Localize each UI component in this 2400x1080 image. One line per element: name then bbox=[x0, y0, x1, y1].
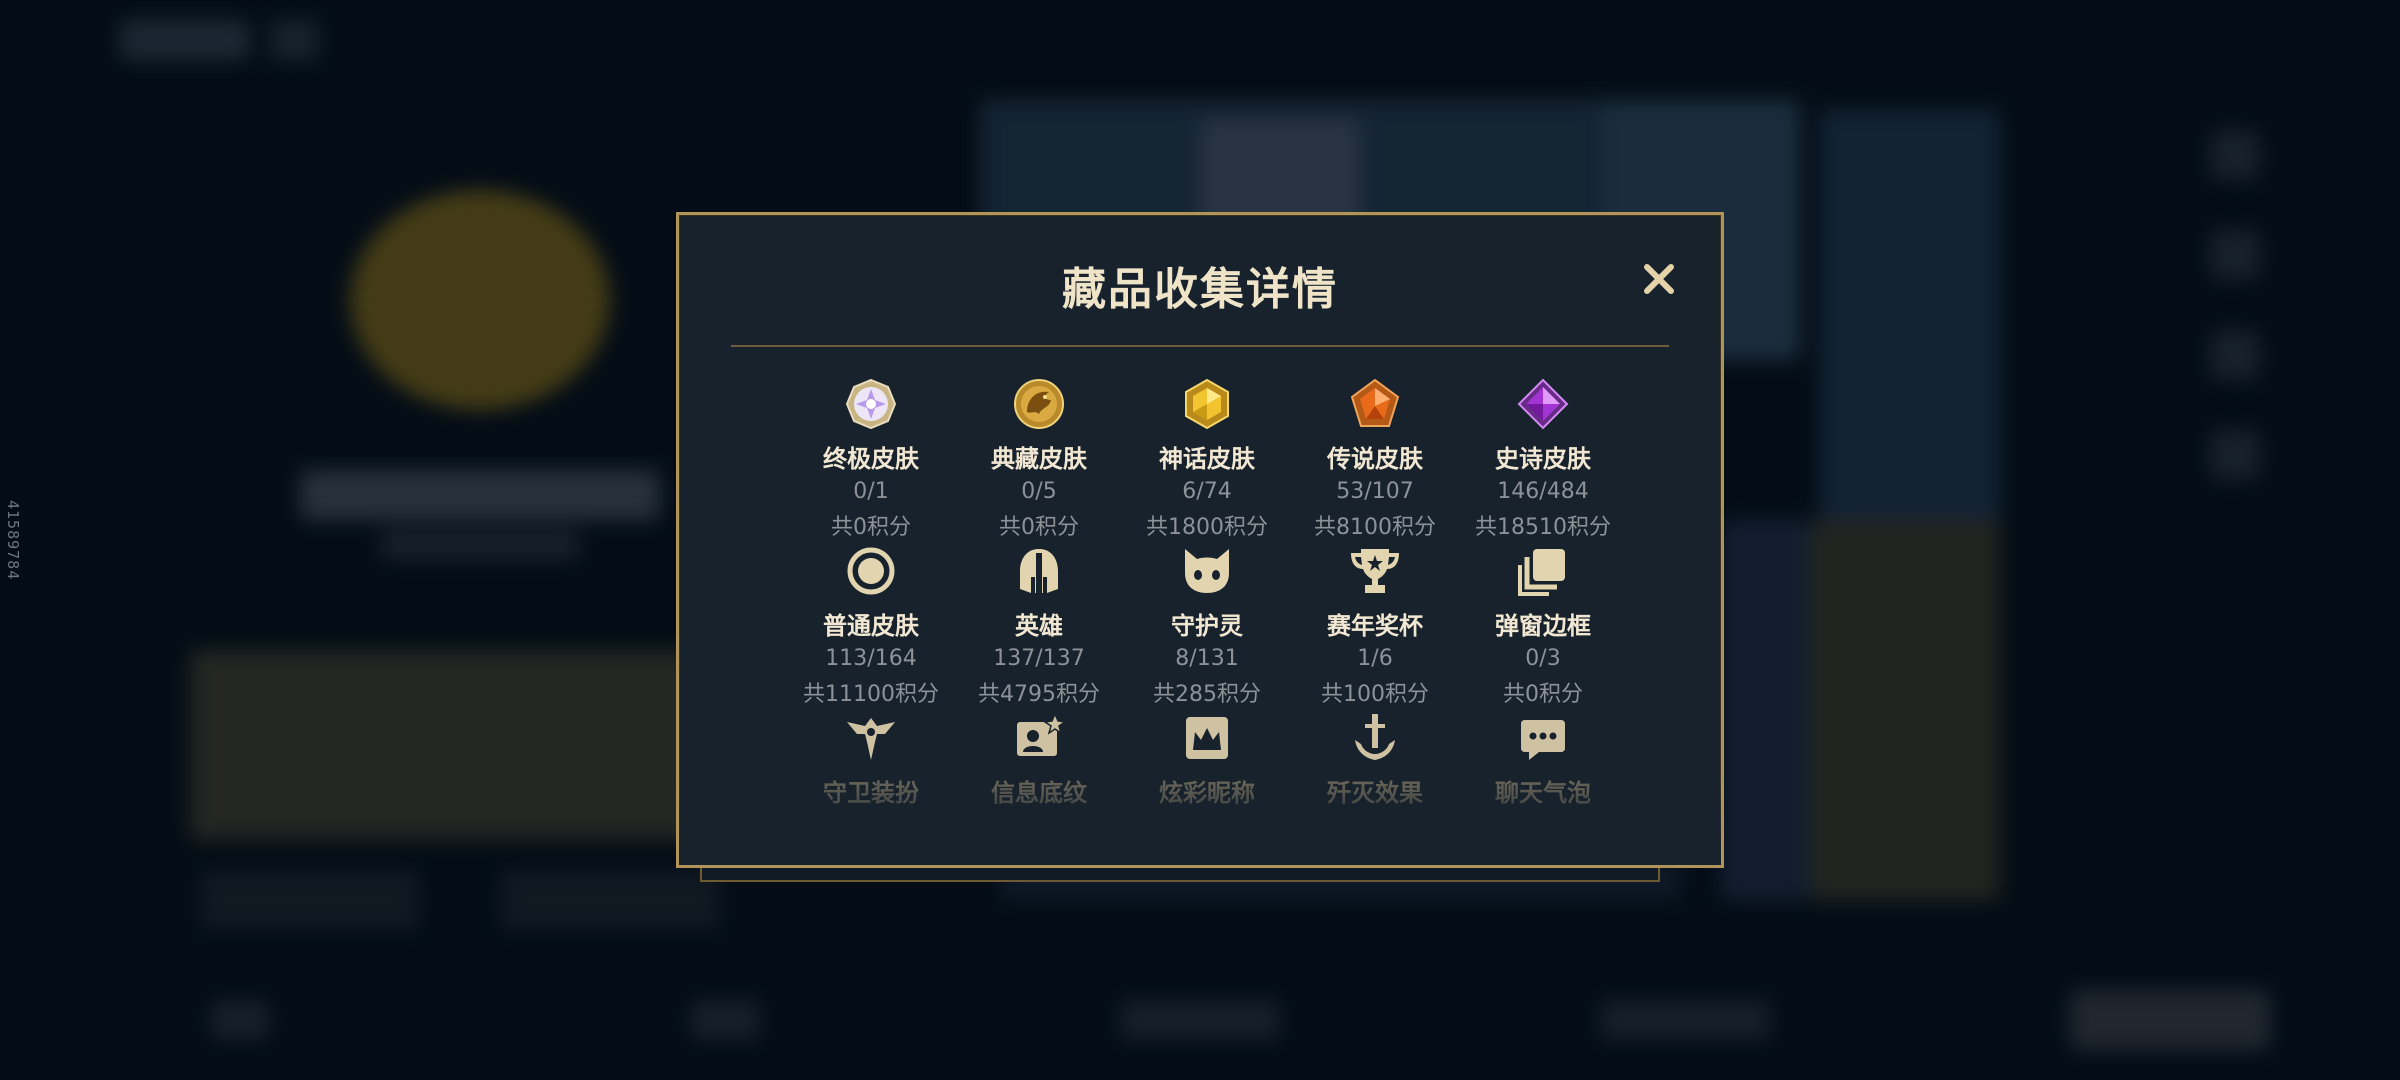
side-id-text: 41589784 bbox=[4, 500, 22, 581]
title-divider bbox=[731, 345, 1669, 347]
category-count: 146/484 bbox=[1497, 479, 1589, 504]
chat-bubble-icon bbox=[1514, 709, 1572, 767]
epic-gem-icon bbox=[1514, 375, 1572, 433]
close-icon bbox=[1644, 264, 1674, 294]
category-points: 共8100积分 bbox=[1314, 515, 1436, 540]
category-mythic-skins[interactable]: 神话皮肤 6/74 共1800积分 bbox=[1123, 375, 1291, 542]
category-kill-effects[interactable]: 歼灭效果 bbox=[1291, 709, 1459, 876]
category-label: 史诗皮肤 bbox=[1495, 445, 1591, 473]
frame-stack-icon bbox=[1514, 542, 1572, 600]
helmet-icon bbox=[1010, 542, 1068, 600]
category-count: 0/5 bbox=[1021, 479, 1057, 504]
category-count: 53/107 bbox=[1336, 479, 1414, 504]
category-label: 守卫装扮 bbox=[823, 779, 919, 807]
category-grid: 终极皮肤 0/1 共0积分 典藏皮肤 0/5 共0积分 神话皮肤 6/74 共1… bbox=[787, 375, 1627, 876]
category-label: 终极皮肤 bbox=[823, 445, 919, 473]
category-points: 共0积分 bbox=[1503, 682, 1583, 707]
category-label: 普通皮肤 bbox=[823, 612, 919, 640]
category-label: 传说皮肤 bbox=[1327, 445, 1423, 473]
category-season-trophies[interactable]: 赛年奖杯 1/6 共100积分 bbox=[1291, 542, 1459, 709]
category-profile-backgrounds[interactable]: 信息底纹 bbox=[955, 709, 1123, 876]
category-points: 共285积分 bbox=[1153, 682, 1261, 707]
dragon-emblem-icon bbox=[1010, 375, 1068, 433]
category-count: 1/6 bbox=[1357, 646, 1393, 671]
screen: 41589784 藏品收集详情 终极皮肤 0/1 共0积分 典藏皮肤 0/5 共… bbox=[0, 0, 2400, 1080]
category-popup-frames[interactable]: 弹窗边框 0/3 共0积分 bbox=[1459, 542, 1627, 709]
category-count: 8/131 bbox=[1175, 646, 1239, 671]
category-label: 炫彩昵称 bbox=[1159, 779, 1255, 807]
category-label: 神话皮肤 bbox=[1159, 445, 1255, 473]
category-label: 英雄 bbox=[1015, 612, 1063, 640]
category-label: 歼灭效果 bbox=[1327, 779, 1423, 807]
category-label: 信息底纹 bbox=[991, 779, 1087, 807]
category-guardians[interactable]: 守护灵 8/131 共285积分 bbox=[1123, 542, 1291, 709]
ring-icon bbox=[842, 542, 900, 600]
crown-badge-icon bbox=[1178, 709, 1236, 767]
category-normal-skins[interactable]: 普通皮肤 113/164 共11100积分 bbox=[787, 542, 955, 709]
category-label: 典藏皮肤 bbox=[991, 445, 1087, 473]
category-points: 共18510积分 bbox=[1475, 515, 1611, 540]
category-count: 137/137 bbox=[993, 646, 1085, 671]
category-count: 0/3 bbox=[1525, 646, 1561, 671]
category-points: 共1800积分 bbox=[1146, 515, 1268, 540]
ultimate-gem-icon bbox=[842, 375, 900, 433]
category-label: 赛年奖杯 bbox=[1327, 612, 1423, 640]
category-points: 共0积分 bbox=[999, 515, 1079, 540]
pet-face-icon bbox=[1178, 542, 1236, 600]
modal-title: 藏品收集详情 bbox=[1062, 264, 1338, 315]
category-count: 6/74 bbox=[1182, 479, 1232, 504]
category-label: 弹窗边框 bbox=[1495, 612, 1591, 640]
category-label: 守护灵 bbox=[1171, 612, 1243, 640]
ward-icon bbox=[842, 709, 900, 767]
category-label: 聊天气泡 bbox=[1495, 779, 1591, 807]
anchor-sword-icon bbox=[1346, 709, 1404, 767]
category-count: 0/1 bbox=[853, 479, 889, 504]
trophy-icon bbox=[1346, 542, 1404, 600]
category-points: 共11100积分 bbox=[803, 682, 939, 707]
category-ward-skins[interactable]: 守卫装扮 bbox=[787, 709, 955, 876]
category-chat-bubbles[interactable]: 聊天气泡 bbox=[1459, 709, 1627, 876]
close-button[interactable] bbox=[1637, 257, 1681, 301]
category-points: 共4795积分 bbox=[978, 682, 1100, 707]
legendary-gem-icon bbox=[1346, 375, 1404, 433]
category-legendary-skins[interactable]: 传说皮肤 53/107 共8100积分 bbox=[1291, 375, 1459, 542]
category-heroes[interactable]: 英雄 137/137 共4795积分 bbox=[955, 542, 1123, 709]
category-epic-skins[interactable]: 史诗皮肤 146/484 共18510积分 bbox=[1459, 375, 1627, 542]
category-ultimate-skins[interactable]: 终极皮肤 0/1 共0积分 bbox=[787, 375, 955, 542]
category-prestige-skins[interactable]: 典藏皮肤 0/5 共0积分 bbox=[955, 375, 1123, 542]
profile-card-icon bbox=[1010, 709, 1068, 767]
category-count: 113/164 bbox=[825, 646, 917, 671]
category-color-nicknames[interactable]: 炫彩昵称 bbox=[1123, 709, 1291, 876]
category-points: 共0积分 bbox=[831, 515, 911, 540]
category-points: 共100积分 bbox=[1321, 682, 1429, 707]
mythic-gem-icon bbox=[1178, 375, 1236, 433]
collection-details-modal: 藏品收集详情 终极皮肤 0/1 共0积分 典藏皮肤 0/5 共0积分 神话皮肤 … bbox=[676, 212, 1724, 868]
